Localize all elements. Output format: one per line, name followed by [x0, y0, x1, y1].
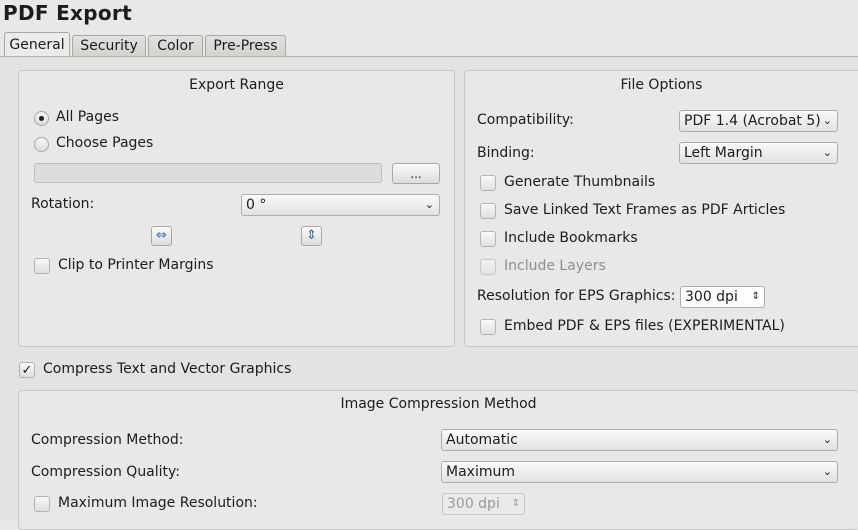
- clip-margins-label: Clip to Printer Margins: [58, 257, 214, 273]
- compression-method-select[interactable]: Automatic ⌄: [441, 429, 838, 451]
- export-range-title: Export Range: [189, 77, 284, 93]
- binding-label: Binding:: [477, 145, 535, 161]
- tab-color[interactable]: Color: [148, 35, 203, 56]
- chevron-down-icon: ⌄: [822, 465, 832, 478]
- spin-arrows-icon: ⇕: [511, 498, 520, 509]
- max-image-resolution-checkbox[interactable]: [34, 496, 50, 512]
- choose-pages-radio[interactable]: [34, 137, 49, 152]
- check-icon: ✓: [21, 362, 33, 378]
- image-compression-title: Image Compression Method: [340, 396, 537, 412]
- chevron-down-icon: ⌄: [822, 433, 832, 446]
- embed-pdf-eps-label: Embed PDF & EPS files (EXPERIMENTAL): [504, 318, 785, 334]
- compatibility-value: PDF 1.4 (Acrobat 5): [684, 113, 821, 129]
- embed-pdf-eps-checkbox[interactable]: [480, 319, 496, 335]
- eps-resolution-value: 300 dpi: [685, 289, 738, 305]
- pages-input[interactable]: [34, 163, 382, 183]
- tab-general[interactable]: General: [4, 32, 70, 57]
- save-linked-frames-checkbox[interactable]: [480, 203, 496, 219]
- compression-quality-select[interactable]: Maximum ⌄: [441, 461, 838, 483]
- chevron-down-icon: ⌄: [822, 114, 832, 127]
- include-bookmarks-checkbox[interactable]: [480, 231, 496, 247]
- chevron-down-icon: ⌄: [424, 198, 434, 211]
- all-pages-radio[interactable]: [34, 111, 49, 126]
- dialog-title: PDF Export: [3, 1, 132, 25]
- max-image-resolution-spinbox[interactable]: 300 dpi ⇕: [442, 493, 525, 515]
- eps-resolution-label: Resolution for EPS Graphics:: [477, 288, 676, 304]
- compress-text-checkbox[interactable]: ✓: [19, 362, 35, 378]
- compression-method-value: Automatic: [446, 432, 518, 448]
- generate-thumbnails-checkbox[interactable]: [480, 175, 496, 191]
- tab-security[interactable]: Security: [72, 35, 146, 56]
- compression-quality-value: Maximum: [446, 464, 515, 480]
- include-bookmarks-label: Include Bookmarks: [504, 230, 638, 246]
- all-pages-label: All Pages: [56, 109, 119, 125]
- flip-horizontal-icon[interactable]: ⇔: [151, 226, 172, 246]
- compatibility-select[interactable]: PDF 1.4 (Acrobat 5) ⌄: [679, 110, 838, 132]
- rotation-select[interactable]: 0 ° ⌄: [241, 194, 440, 216]
- chevron-down-icon: ⌄: [822, 146, 832, 159]
- spin-arrows-icon: ⇕: [751, 291, 760, 302]
- generate-thumbnails-label: Generate Thumbnails: [504, 174, 656, 190]
- binding-select[interactable]: Left Margin ⌄: [679, 142, 838, 164]
- compatibility-label: Compatibility:: [477, 112, 574, 128]
- include-layers-label: Include Layers: [504, 258, 606, 274]
- max-image-resolution-label: Maximum Image Resolution:: [58, 495, 258, 511]
- max-image-resolution-value: 300 dpi: [447, 496, 500, 512]
- choose-pages-label: Choose Pages: [56, 135, 154, 151]
- compress-text-label: Compress Text and Vector Graphics: [43, 361, 292, 377]
- tab-bar: General Security Color Pre-Press: [0, 32, 858, 57]
- compression-quality-label: Compression Quality:: [31, 464, 181, 480]
- compression-method-label: Compression Method:: [31, 432, 184, 448]
- tab-pre-press[interactable]: Pre-Press: [205, 35, 286, 56]
- binding-value: Left Margin: [684, 145, 763, 161]
- browse-pages-button[interactable]: ...: [392, 163, 440, 184]
- clip-margins-checkbox[interactable]: [34, 258, 50, 274]
- rotation-label: Rotation:: [31, 196, 95, 212]
- file-options-title: File Options: [620, 77, 703, 93]
- include-layers-checkbox[interactable]: [480, 259, 496, 275]
- save-linked-frames-label: Save Linked Text Frames as PDF Articles: [504, 202, 786, 218]
- eps-resolution-spinbox[interactable]: 300 dpi ⇕: [680, 286, 765, 308]
- flip-vertical-icon[interactable]: ⇕: [301, 226, 322, 246]
- rotation-value: 0 °: [246, 197, 267, 213]
